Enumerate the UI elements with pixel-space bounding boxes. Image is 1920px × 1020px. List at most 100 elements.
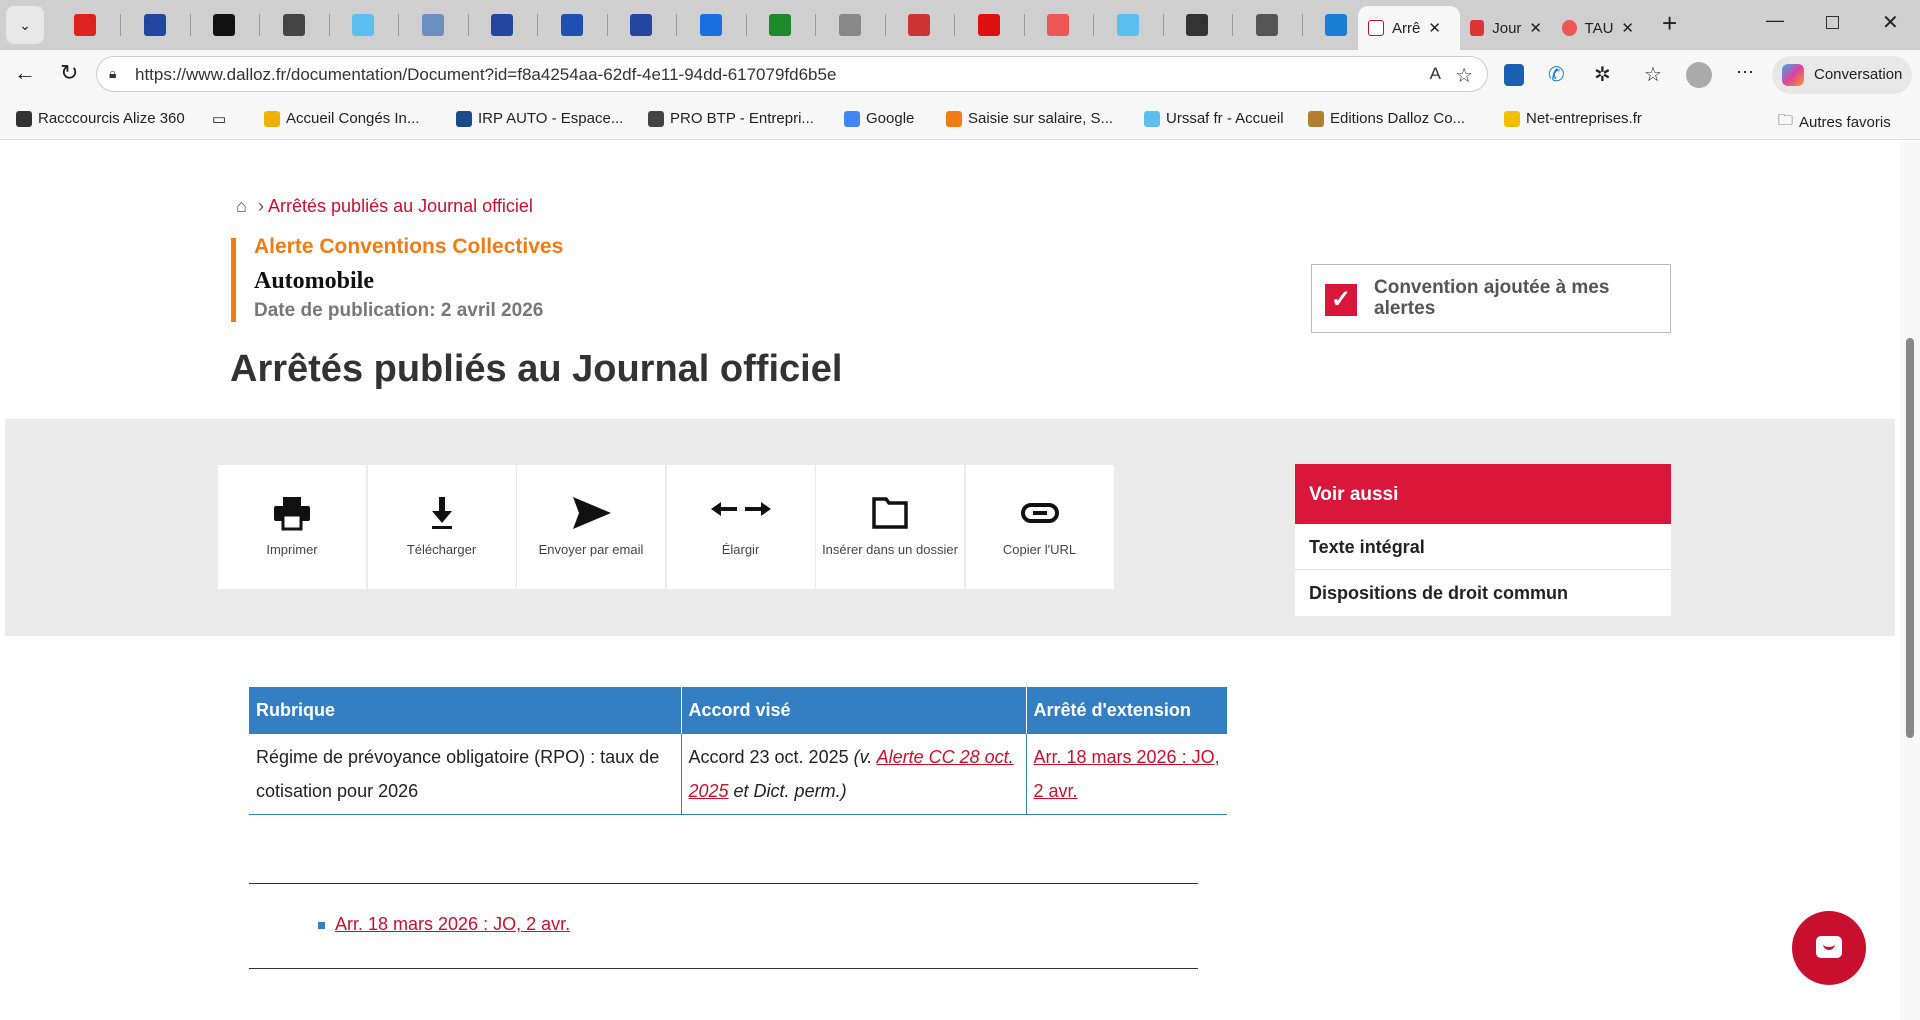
bookmark-item[interactable]: Google: [844, 110, 914, 127]
read-aloud-icon[interactable]: A: [1430, 64, 1441, 84]
folder-icon: 🗀︎: [1778, 112, 1794, 129]
bookmark-icon: [1144, 110, 1160, 127]
conversation-button[interactable]: Conversation: [1772, 56, 1912, 94]
home-icon[interactable]: ⌂: [236, 196, 247, 217]
tool-print-button[interactable]: Imprimer: [218, 465, 366, 589]
tool-expand-button[interactable]: Élargir: [666, 465, 815, 589]
arrete-list-link[interactable]: Arr. 18 mars 2026 : JO, 2 avr.: [335, 914, 570, 934]
tab-separator: [884, 14, 886, 36]
tab-separator: [1162, 14, 1164, 36]
see-also-item[interactable]: Texte intégral: [1295, 524, 1671, 570]
divider: [249, 883, 1198, 884]
bookmark-item[interactable]: IRP AUTO - Espace...: [456, 110, 623, 127]
pinned-tab-icon[interactable]: [977, 14, 1000, 36]
pinned-tab-icon[interactable]: [143, 14, 166, 36]
alert-table: Rubrique Accord visé Arrêté d'extension Ré…: [249, 687, 1227, 815]
reading-list-icon[interactable]: ▭: [212, 110, 226, 128]
bookmark-icon: [264, 110, 280, 127]
pinned-tab-icon[interactable]: [1186, 14, 1208, 36]
lock-icon: 🔒︎: [109, 65, 117, 81]
tab-separator: [676, 14, 677, 36]
pinned-tab-icon[interactable]: [769, 14, 791, 36]
extension-icon[interactable]: [1504, 64, 1524, 86]
arrete-link[interactable]: Arr. 18 mars 2026 : JO, 2 avr.: [1034, 747, 1220, 801]
url-input[interactable]: 🔒︎ https://www.dalloz.fr/documentation/Do…: [96, 56, 1488, 92]
pinned-tab-icon[interactable]: [699, 14, 722, 36]
close-icon[interactable]: ✕: [1529, 19, 1542, 37]
new-tab-button[interactable]: +: [1662, 8, 1677, 39]
tab[interactable]: TAU ✕: [1552, 6, 1644, 50]
close-icon[interactable]: ✕: [1428, 19, 1441, 37]
maximize-button[interactable]: [1826, 16, 1839, 29]
tool-link-button[interactable]: Copier l'URL: [965, 465, 1114, 589]
bookmark-item[interactable]: Net-entreprises.fr: [1504, 110, 1642, 127]
pinned-tab-icon[interactable]: [352, 14, 374, 36]
accord-cell: Accord 23 oct. 2025 (v. Alerte CC 28 oct…: [681, 734, 1027, 815]
other-favorites[interactable]: 🗀︎ Autres favoris: [1778, 110, 1891, 135]
tab-separator: [259, 14, 260, 36]
tool-folder-button[interactable]: Insérer dans un dossier: [816, 465, 964, 589]
pinned-tab-icon[interactable]: [1047, 14, 1069, 36]
rubrique-cell: Régime de prévoyance obligatoire (RPO) :…: [249, 734, 682, 815]
send-icon: [517, 465, 665, 534]
bookmark-icon: [1308, 110, 1324, 127]
column-header: Rubrique: [249, 687, 682, 734]
back-button[interactable]: ←: [14, 60, 36, 86]
tab-list-button[interactable]: ⌄: [6, 6, 44, 44]
bookmark-icon: [648, 110, 664, 127]
scrollbar-thumb[interactable]: [1906, 338, 1914, 738]
tab-separator: [1301, 14, 1303, 36]
breadcrumb-link[interactable]: Arrêtés publiés au Journal officiel: [268, 196, 533, 216]
tab-separator: [328, 14, 330, 36]
bookmark-item[interactable]: Accueil Congés In...: [264, 110, 419, 127]
dalloz-icon: [1368, 20, 1384, 36]
close-icon[interactable]: ✕: [1621, 19, 1634, 37]
more-icon[interactable]: ⋯: [1736, 62, 1754, 83]
close-window-button[interactable]: ✕: [1882, 10, 1899, 35]
pinned-tab-icon[interactable]: [1325, 14, 1347, 36]
bookmark-item[interactable]: Racccourcis Alize 360: [16, 110, 185, 127]
pinned-tab-icon[interactable]: [74, 14, 96, 36]
profile-avatar[interactable]: [1686, 62, 1712, 88]
tab[interactable]: Jour ✕: [1460, 6, 1552, 50]
pinned-tab-icon[interactable]: [491, 14, 513, 36]
bookmark-icon: [1504, 110, 1520, 127]
scrollbar[interactable]: [1900, 142, 1920, 1020]
tau-icon: [1562, 20, 1577, 36]
phone-icon[interactable]: ✆: [1548, 62, 1565, 87]
publication-date: Date de publication: 2 avril 2026: [254, 300, 544, 321]
tab-separator: [1023, 14, 1025, 36]
tool-download-button[interactable]: Télécharger: [367, 465, 516, 589]
minimize-button[interactable]: —: [1766, 10, 1784, 31]
download-icon: [368, 465, 516, 534]
pinned-tab-icon[interactable]: [560, 14, 583, 36]
tab-separator: [954, 14, 955, 36]
pinned-tab-icon[interactable]: [1116, 14, 1139, 36]
pinned-tab-icon[interactable]: [908, 14, 930, 36]
tab-separator: [606, 14, 608, 36]
bookmark-item[interactable]: Editions Dalloz Co...: [1308, 110, 1465, 127]
pinned-tab-icon[interactable]: [838, 14, 861, 36]
pinned-tab-icon[interactable]: [630, 14, 652, 36]
reload-button[interactable]: ↻: [60, 60, 78, 86]
convention-alert-box[interactable]: ✓ Convention ajoutée à mes alertes: [1311, 264, 1671, 333]
tool-send-button[interactable]: Envoyer par email: [517, 465, 665, 589]
favorites-icon[interactable]: ☆: [1644, 62, 1662, 87]
subject: Automobile: [254, 268, 374, 294]
tab-active[interactable]: Arrê ✕: [1358, 6, 1460, 50]
bookmark-icon: [456, 110, 472, 127]
bookmark-item[interactable]: Saisie sur salaire, S...: [946, 110, 1113, 127]
star-icon[interactable]: ☆: [1455, 63, 1473, 88]
bookmark-item[interactable]: Urssaf fr - Accueil: [1144, 110, 1284, 127]
pinned-tab-icon[interactable]: [421, 14, 444, 36]
extensions-icon[interactable]: ✲: [1594, 62, 1611, 87]
pinned-tab-icon[interactable]: [213, 14, 235, 36]
tab-separator: [120, 14, 121, 36]
bookmark-item[interactable]: PRO BTP - Entrepri...: [648, 110, 814, 127]
pinned-tab-icon[interactable]: [282, 14, 305, 36]
checkbox-checked-icon[interactable]: ✓: [1325, 284, 1357, 316]
see-also-item[interactable]: Dispositions de droit commun: [1295, 570, 1671, 616]
tab-separator: [745, 14, 747, 36]
pinned-tab-icon[interactable]: [1255, 14, 1278, 36]
chat-button[interactable]: [1792, 911, 1866, 985]
